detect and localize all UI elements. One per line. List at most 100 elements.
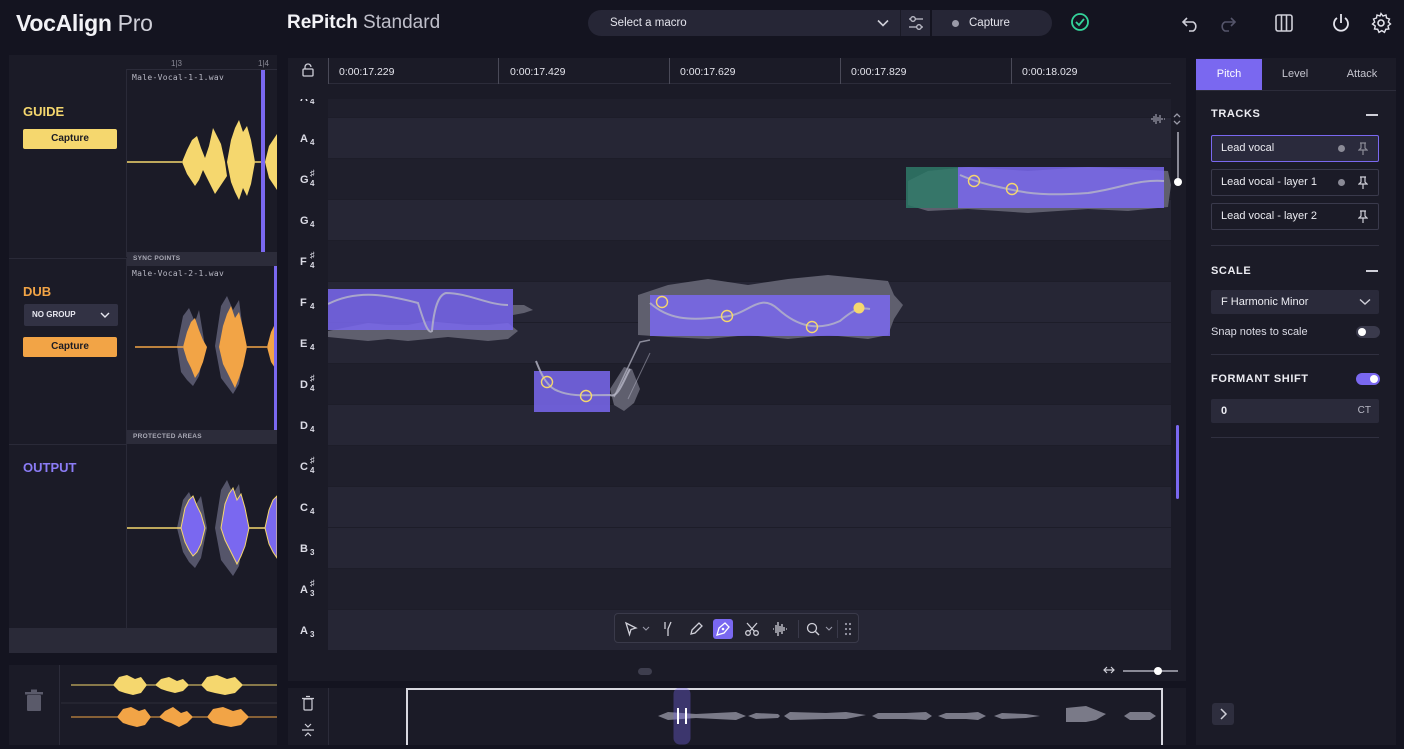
note-grid[interactable]: [328, 99, 1171, 665]
track-lead-vocal-layer-1[interactable]: Lead vocal - layer 1: [1211, 169, 1379, 196]
piano-key-octave: 4: [310, 302, 315, 311]
piano-key[interactable]: A3: [288, 609, 328, 650]
mini-overview-waves: [61, 675, 277, 727]
dub-capture-button[interactable]: Capture: [23, 337, 117, 357]
waveform-toggle-icon[interactable]: [1150, 113, 1166, 125]
tuning-fork-icon: [664, 621, 672, 636]
piano-key[interactable]: C ♯ 4: [288, 445, 328, 486]
chevron-small-icon[interactable]: [642, 626, 650, 632]
snap-toggle[interactable]: [1356, 326, 1380, 338]
timeline-label: 0:00:17.629: [680, 66, 736, 78]
timeline-label: 0:00:17.829: [851, 66, 907, 78]
macro-select[interactable]: Select a macro: [588, 10, 900, 36]
pitch-anchor-selected: [853, 302, 865, 314]
piano-key[interactable]: E4: [288, 322, 328, 363]
guide-filename: Male-Vocal-1-1.wav: [132, 73, 225, 82]
piano-key[interactable]: D4: [288, 404, 328, 445]
redo-icon[interactable]: [1216, 12, 1238, 34]
timeline-ruler[interactable]: 0:00:17.229 0:00:17.429 0:00:17.629 0:00…: [328, 58, 1171, 84]
formant-shift-field[interactable]: 0 CT: [1211, 399, 1379, 423]
piano-key-octave: 4: [310, 343, 315, 352]
header-capture-button[interactable]: Capture: [932, 10, 1052, 36]
pin-icon[interactable]: [1358, 142, 1368, 156]
output-label: OUTPUT: [23, 460, 77, 475]
expand-panel-button[interactable]: [1212, 703, 1234, 725]
select-tool[interactable]: [621, 619, 641, 639]
macro-settings-button[interactable]: [900, 10, 930, 36]
protected-areas-bar[interactable]: PROTECTED AREAS: [127, 430, 277, 444]
piano-key[interactable]: G4: [288, 199, 328, 240]
zoom-tool[interactable]: [803, 619, 823, 639]
drag-handle-icon[interactable]: [843, 622, 853, 636]
piano-key[interactable]: C4: [288, 486, 328, 527]
trash-icon[interactable]: [301, 695, 315, 711]
piano-key[interactable]: A ♯ 3: [288, 568, 328, 609]
vertical-zoom-slider[interactable]: [1177, 132, 1179, 182]
chevron-small-icon[interactable]: [825, 626, 833, 632]
scale-select[interactable]: F Harmonic Minor: [1211, 290, 1379, 314]
sync-points-bar[interactable]: SYNC POINTS: [127, 252, 277, 266]
waveform-tool[interactable]: [770, 619, 790, 639]
piano-key[interactable]: D ♯ 4: [288, 363, 328, 404]
tab-level[interactable]: Level: [1262, 59, 1328, 90]
dub-waveform[interactable]: Male-Vocal-2-1.wav: [127, 266, 277, 430]
track-lead-vocal[interactable]: Lead vocal: [1211, 135, 1379, 162]
layout-icon[interactable]: [1273, 12, 1295, 34]
piano-key[interactable]: F4: [288, 281, 328, 322]
piano-key[interactable]: A♯4: [288, 99, 328, 117]
session-overview[interactable]: [288, 688, 1186, 745]
formant-toggle[interactable]: [1356, 373, 1380, 385]
pin-icon[interactable]: [1358, 210, 1368, 224]
tuning-tool[interactable]: [658, 619, 678, 639]
guide-waveform[interactable]: Male-Vocal-1-1.wav: [127, 70, 277, 252]
piano-key[interactable]: F ♯ 4: [288, 240, 328, 281]
lock-icon[interactable]: [301, 63, 315, 77]
pin-icon[interactable]: [1358, 176, 1368, 190]
horizontal-zoom-slider[interactable]: [1123, 670, 1178, 672]
timeline-label: 0:00:17.229: [339, 66, 395, 78]
piano-key-note: A: [300, 133, 308, 145]
tab-attack[interactable]: Attack: [1328, 59, 1396, 90]
chevron-down-icon: [877, 19, 889, 27]
scissors-tool[interactable]: [742, 619, 762, 639]
piano-key-octave: 4: [310, 179, 315, 188]
horizontal-zoom-icon[interactable]: [1103, 664, 1115, 676]
piano-key-note: A: [300, 99, 308, 104]
track-label: Lead vocal: [1221, 142, 1275, 154]
gear-icon[interactable]: [1370, 12, 1392, 34]
vertical-zoom-knob[interactable]: [1174, 178, 1182, 186]
tracks-title: TRACKS: [1211, 108, 1261, 120]
piano-key-note: F: [300, 297, 307, 309]
piano-key-octave: 4: [310, 425, 315, 434]
guide-capture-button[interactable]: Capture: [23, 129, 117, 149]
guide-section: GUIDE Capture: [9, 69, 127, 257]
piano-key[interactable]: G ♯ 4: [288, 158, 328, 199]
inspector-panel: Pitch Level Attack TRACKS Lead vocal Lea…: [1196, 58, 1396, 745]
timeline-label: 0:00:17.429: [510, 66, 566, 78]
pen-tool[interactable]: [713, 619, 733, 639]
formant-unit: CT: [1357, 405, 1371, 416]
collapse-icon[interactable]: [301, 722, 315, 738]
piano-key-octave: 4: [310, 384, 315, 393]
undo-icon[interactable]: [1180, 12, 1202, 34]
left-scrollbar[interactable]: [9, 628, 277, 653]
piano-key[interactable]: B3: [288, 527, 328, 568]
trash-icon[interactable]: [23, 689, 45, 713]
horizontal-scroll-handle[interactable]: [638, 668, 652, 675]
track-lead-vocal-layer-2[interactable]: Lead vocal - layer 2: [1211, 203, 1379, 230]
piano-key[interactable]: A4: [288, 117, 328, 158]
scale-collapse-button[interactable]: [1366, 270, 1378, 272]
tracks-collapse-button[interactable]: [1366, 114, 1378, 116]
pencil-tool[interactable]: [686, 619, 706, 639]
vertical-scrollbar[interactable]: [1176, 425, 1179, 499]
horizontal-zoom-knob[interactable]: [1154, 667, 1162, 675]
formant-shift-value: 0: [1221, 405, 1228, 417]
output-waveform[interactable]: [127, 444, 277, 628]
snap-label: Snap notes to scale: [1211, 326, 1308, 338]
vertical-zoom-icon[interactable]: [1172, 112, 1182, 126]
tab-pitch[interactable]: Pitch: [1196, 59, 1262, 90]
power-icon[interactable]: [1330, 12, 1352, 34]
dub-waveform-graphic: [135, 266, 277, 430]
chevron-down-icon: [1359, 298, 1371, 305]
group-select[interactable]: NO GROUP: [24, 304, 118, 326]
